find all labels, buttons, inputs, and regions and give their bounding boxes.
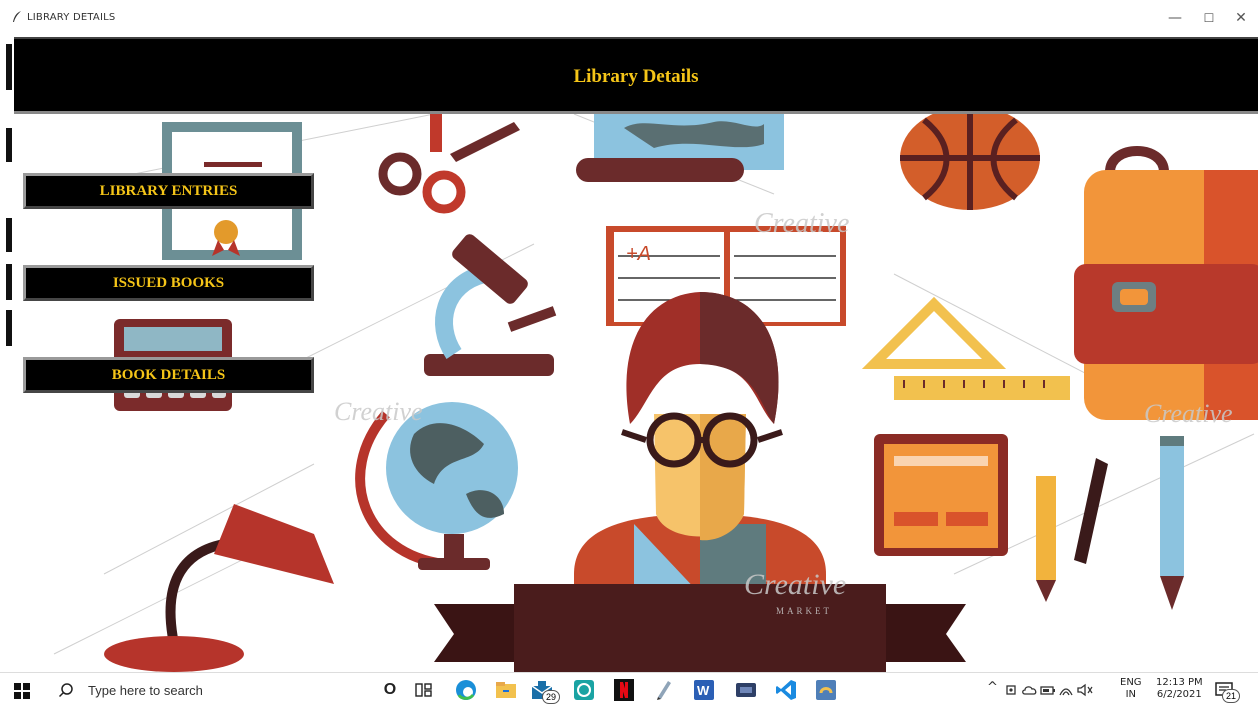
microscope-icon: [424, 234, 557, 376]
media-app-icon[interactable]: [734, 679, 758, 701]
battery-icon[interactable]: [1040, 679, 1056, 701]
python-idle-icon[interactable]: [814, 679, 838, 701]
language-indicator[interactable]: ENG IN: [1120, 677, 1142, 701]
notification-count-badge: 21: [1222, 689, 1241, 703]
header-banner: Library Details: [14, 37, 1258, 114]
window-edge-mark: [6, 44, 12, 90]
backpack-icon: [1074, 146, 1258, 420]
search-icon: [58, 683, 73, 698]
volume-icon[interactable]: [1076, 679, 1094, 701]
watermark-text: Creative: [754, 208, 849, 239]
windows-taskbar: Type here to search O 29 W ^ ENG IN 12:1…: [0, 672, 1258, 707]
action-center-button[interactable]: 21: [1214, 680, 1241, 703]
vscode-icon[interactable]: [774, 679, 798, 701]
window-title: LIBRARY DETAILS: [27, 12, 116, 23]
task-view-icon[interactable]: [412, 679, 436, 701]
tray-overflow-icon[interactable]: ^: [987, 680, 998, 695]
scissors-icon: [378, 114, 520, 214]
window-edge-mark: [6, 310, 12, 346]
watermark-text: Creative: [1144, 399, 1233, 428]
window-edge-mark: [6, 128, 12, 162]
svg-text:W: W: [697, 683, 710, 698]
watermark-text: Creative: [744, 568, 846, 601]
file-explorer-icon[interactable]: [494, 679, 518, 701]
window-edge-mark: [6, 264, 12, 300]
pens-icon: [1036, 436, 1184, 610]
issued-books-button[interactable]: ISSUED BOOKS: [23, 265, 314, 301]
watermark-text: Creative: [334, 397, 423, 426]
edge-browser-icon[interactable]: [454, 679, 478, 701]
region-code: IN: [1125, 689, 1136, 700]
wifi-icon[interactable]: [1058, 679, 1074, 701]
mail-unread-badge: 29: [542, 690, 561, 704]
language-code: ENG: [1120, 677, 1142, 688]
word-icon[interactable]: W: [692, 679, 716, 701]
window-edge-mark: [6, 218, 12, 252]
windows-start-icon[interactable]: [14, 683, 30, 699]
cortana-icon[interactable]: O: [378, 679, 402, 701]
minimize-button[interactable]: —: [1160, 6, 1190, 30]
clock-date: 6/2/2021: [1156, 689, 1202, 700]
onedrive-icon[interactable]: [1022, 679, 1038, 701]
meet-now-icon[interactable]: [1004, 679, 1020, 701]
whatsapp-icon[interactable]: [572, 679, 596, 701]
window-title-bar: LIBRARY DETAILS — ☐ ✕: [0, 0, 1258, 37]
lamp-icon: [104, 504, 334, 672]
taskbar-search-box[interactable]: Type here to search: [48, 673, 370, 707]
notepad-icon[interactable]: [652, 679, 676, 701]
search-input[interactable]: Type here to search: [88, 683, 203, 698]
taskbar-clock[interactable]: 12:13 PM 6/2/2021: [1156, 677, 1203, 701]
ruler-icon: [861, 296, 1070, 400]
book-icon: [874, 434, 1008, 556]
map-scroll-icon: [576, 114, 784, 182]
globe-icon: [355, 402, 518, 570]
ribbon-banner: [434, 584, 966, 672]
watermark-subtext: MARKET: [776, 606, 832, 616]
maximize-button[interactable]: ☐: [1194, 6, 1224, 30]
close-button[interactable]: ✕: [1226, 6, 1256, 30]
basketball-icon: [900, 114, 1040, 210]
clock-time: 12:13 PM: [1156, 677, 1203, 688]
book-details-button[interactable]: BOOK DETAILS: [23, 357, 314, 393]
library-entries-button[interactable]: LIBRARY ENTRIES: [23, 173, 314, 209]
netflix-icon[interactable]: [612, 679, 636, 701]
page-title: Library Details: [573, 66, 699, 87]
svg-text:+A: +A: [626, 243, 651, 265]
feather-icon: [13, 11, 21, 22]
